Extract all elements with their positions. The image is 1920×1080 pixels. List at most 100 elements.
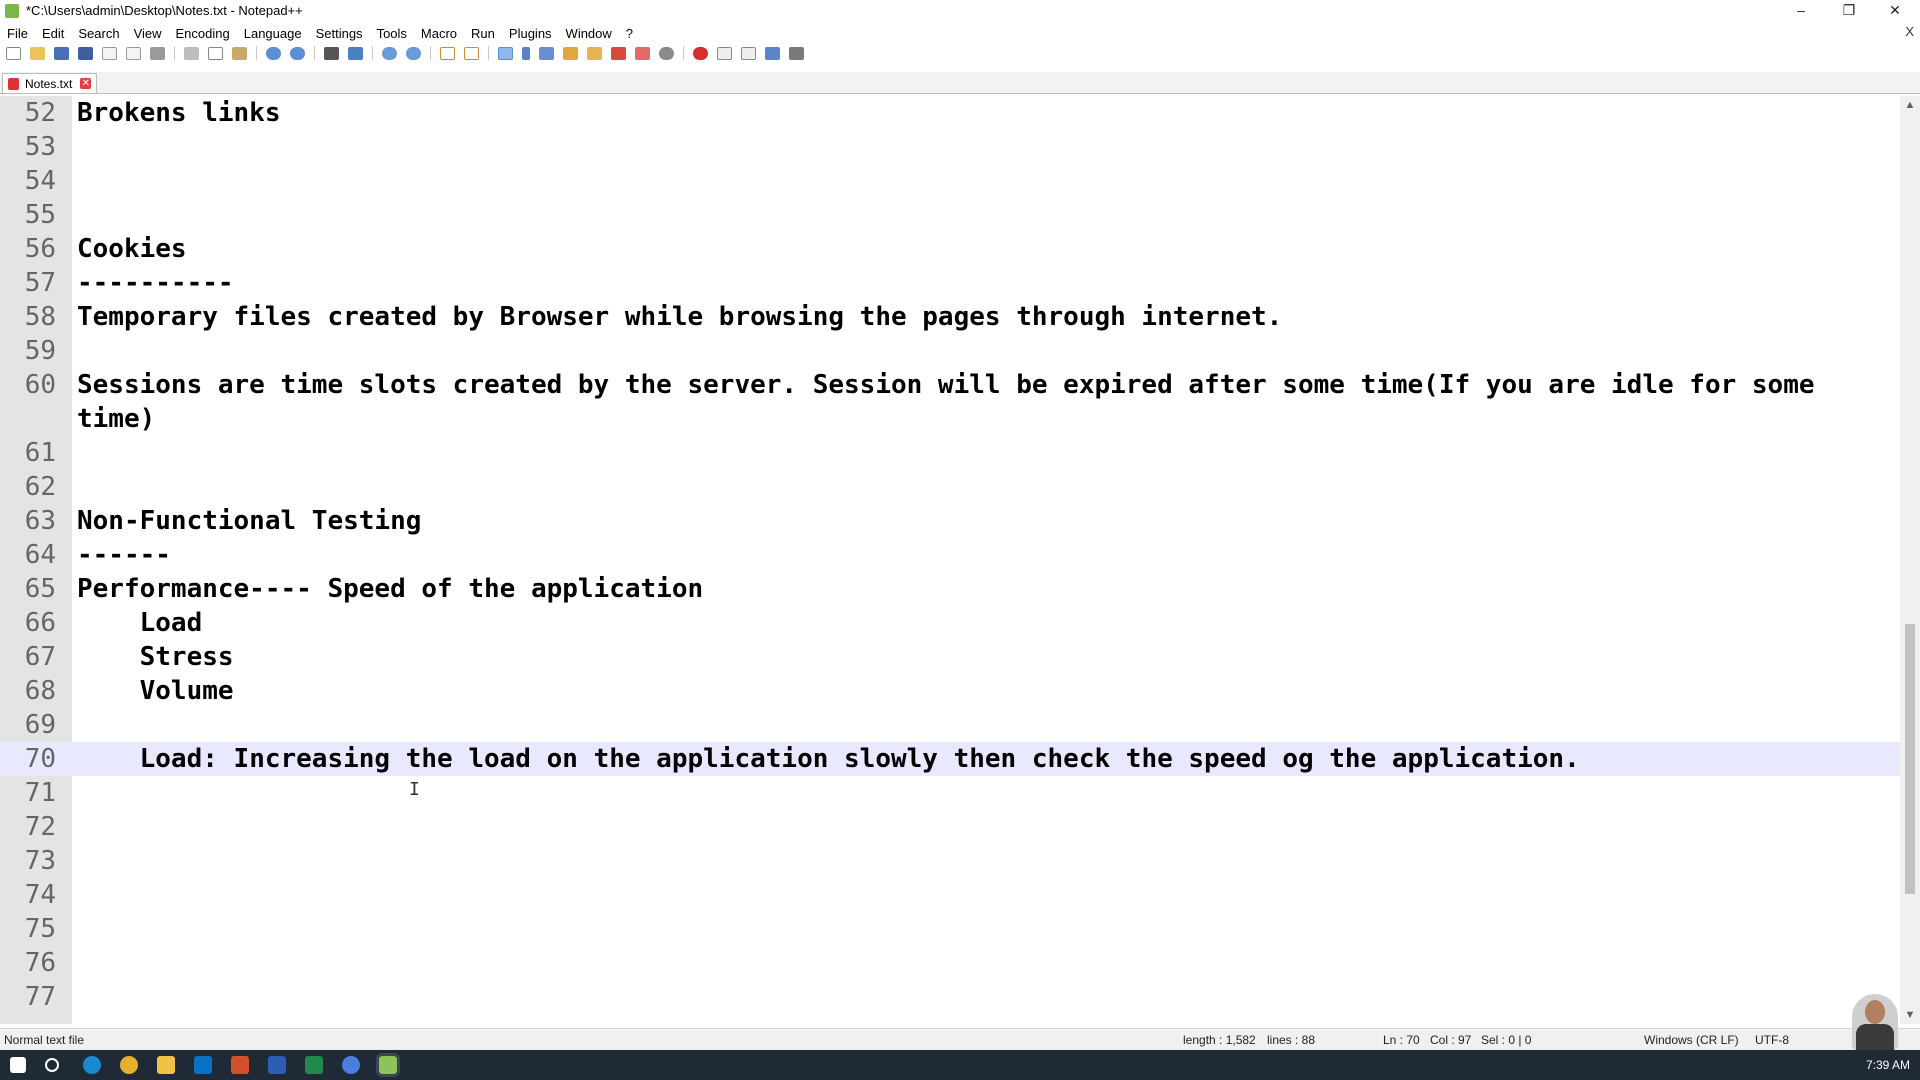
word-icon[interactable] [268,1056,286,1074]
indent-guide-icon[interactable] [539,46,554,60]
word-wrap-icon[interactable] [498,46,513,60]
line-text[interactable]: Cookies [77,232,1857,266]
line-text[interactable]: Temporary files created by Browser while… [77,300,1857,334]
status-encoding[interactable]: UTF-8 [1755,1033,1789,1047]
powerpoint-icon[interactable] [231,1056,249,1074]
editor-line[interactable]: 58 Temporary files created by Browser whi… [0,300,1900,334]
cut-icon[interactable] [184,46,199,60]
print-icon[interactable] [150,46,165,60]
save-all-icon[interactable] [78,46,93,60]
menu-edit[interactable]: Edit [35,26,71,41]
editor-line[interactable]: 54 [0,164,1900,198]
line-text[interactable]: Non-Functional Testing [77,504,1857,538]
status-eol[interactable]: Windows (CR LF) [1644,1033,1739,1047]
sync-vertical-icon[interactable] [440,46,455,60]
new-file-icon[interactable] [6,46,21,60]
editor-area[interactable]: 52 Brokens links 53 54 55 56 Cookies 57 --------… [0,96,1920,1024]
menu-help[interactable]: ? [619,26,640,41]
editor-line[interactable]: 67 Stress [0,640,1900,674]
editor-line[interactable]: 62 [0,470,1900,504]
undo-icon[interactable] [266,46,281,60]
scroll-up-icon[interactable]: ▲ [1900,96,1920,114]
editor-line[interactable]: 65 Performance---- Speed of the applicati… [0,572,1900,606]
line-text[interactable]: ------ [77,538,1857,572]
file-explorer-icon[interactable] [157,1056,175,1074]
editor-line[interactable]: 57 ---------- [0,266,1900,300]
line-text[interactable]: Performance---- Speed of the application [77,572,1857,606]
line-text[interactable]: Sessions are time slots created by the s… [77,368,1857,436]
line-text[interactable]: Load: Increasing the load on the applica… [77,742,1857,776]
windows-start-icon[interactable] [10,1057,26,1073]
chrome-icon[interactable] [120,1056,138,1074]
editor-line[interactable]: 55 [0,198,1900,232]
copy-icon[interactable] [208,46,223,60]
replace-icon[interactable] [348,46,363,60]
restore-button[interactable]: ❐ [1826,0,1872,22]
current-line[interactable]: 70 Load: Increasing the load on the appl… [0,742,1900,776]
stop-macro-icon[interactable] [693,46,708,60]
scrollbar-thumb[interactable] [1905,624,1915,894]
search-icon[interactable] [45,1058,59,1072]
close-icon[interactable] [102,46,117,60]
menu-settings[interactable]: Settings [309,26,370,41]
editor-line[interactable]: 76 [0,946,1900,980]
editor-line[interactable]: 74 [0,878,1900,912]
find-icon[interactable] [324,46,339,60]
close-document-button[interactable]: X [1905,24,1914,39]
minimize-button[interactable]: – [1778,0,1824,22]
outlook-icon[interactable] [194,1056,212,1074]
scroll-down-icon[interactable]: ▼ [1900,1006,1920,1024]
editor-line[interactable]: 52 Brokens links [0,96,1900,130]
excel-icon[interactable] [305,1056,323,1074]
redo-icon[interactable] [290,46,305,60]
menu-language[interactable]: Language [237,26,309,41]
editor-line[interactable]: 75 [0,912,1900,946]
paste-icon[interactable] [232,46,247,60]
editor-line[interactable]: 61 [0,436,1900,470]
editor-line[interactable]: 71 [0,776,1900,810]
folder-workspace-icon[interactable] [611,46,626,60]
function-list-icon[interactable] [587,46,602,60]
line-text[interactable]: Stress [77,640,1857,674]
menu-run[interactable]: Run [464,26,502,41]
close-all-icon[interactable] [126,46,141,60]
menu-encoding[interactable]: Encoding [169,26,237,41]
menu-plugins[interactable]: Plugins [502,26,559,41]
editor-line[interactable]: 73 [0,844,1900,878]
save-macro-icon[interactable] [765,46,780,60]
notepadpp-icon[interactable] [376,1053,400,1077]
zoom-in-icon[interactable] [382,46,397,60]
sync-horizontal-icon[interactable] [464,46,479,60]
save-icon[interactable] [54,46,69,60]
line-text[interactable]: ---------- [77,266,1857,300]
editor-line[interactable]: 59 [0,334,1900,368]
tab-close-icon[interactable]: ✕ [80,78,92,89]
tab-notes-txt[interactable]: Notes.txt ✕ [2,73,98,93]
editor-line[interactable]: 68 Volume [0,674,1900,708]
taskbar-clock[interactable]: 7:39 AM [1866,1058,1910,1072]
menu-view[interactable]: View [127,26,169,41]
close-window-button[interactable]: ✕ [1872,0,1918,22]
show-all-chars-icon[interactable] [522,46,530,60]
menu-tools[interactable]: Tools [370,26,414,41]
menu-search[interactable]: Search [71,26,126,41]
editor-line[interactable]: 60 Sessions are time slots created by the… [0,368,1900,436]
vertical-scrollbar[interactable]: ▲ ▼ [1900,96,1920,1024]
line-text[interactable]: Volume [77,674,1857,708]
menu-window[interactable]: Window [559,26,619,41]
run-macro-multiple-icon[interactable] [741,46,756,60]
edge-icon[interactable] [83,1056,101,1074]
editor-line[interactable]: 77 [0,980,1900,1014]
editor-line[interactable]: 63 Non-Functional Testing [0,504,1900,538]
monitoring-icon[interactable] [635,46,650,60]
editor-line[interactable]: 56 Cookies [0,232,1900,266]
chat-icon[interactable] [342,1056,360,1074]
play-macro-icon[interactable] [717,46,732,60]
line-text[interactable]: Load [77,606,1857,640]
line-text[interactable]: Brokens links [77,96,1857,130]
record-macro-icon[interactable] [659,46,674,60]
editor-line[interactable]: 53 [0,130,1900,164]
open-file-icon[interactable] [30,46,45,60]
editor-line[interactable]: 64 ------ [0,538,1900,572]
menu-macro[interactable]: Macro [414,26,464,41]
